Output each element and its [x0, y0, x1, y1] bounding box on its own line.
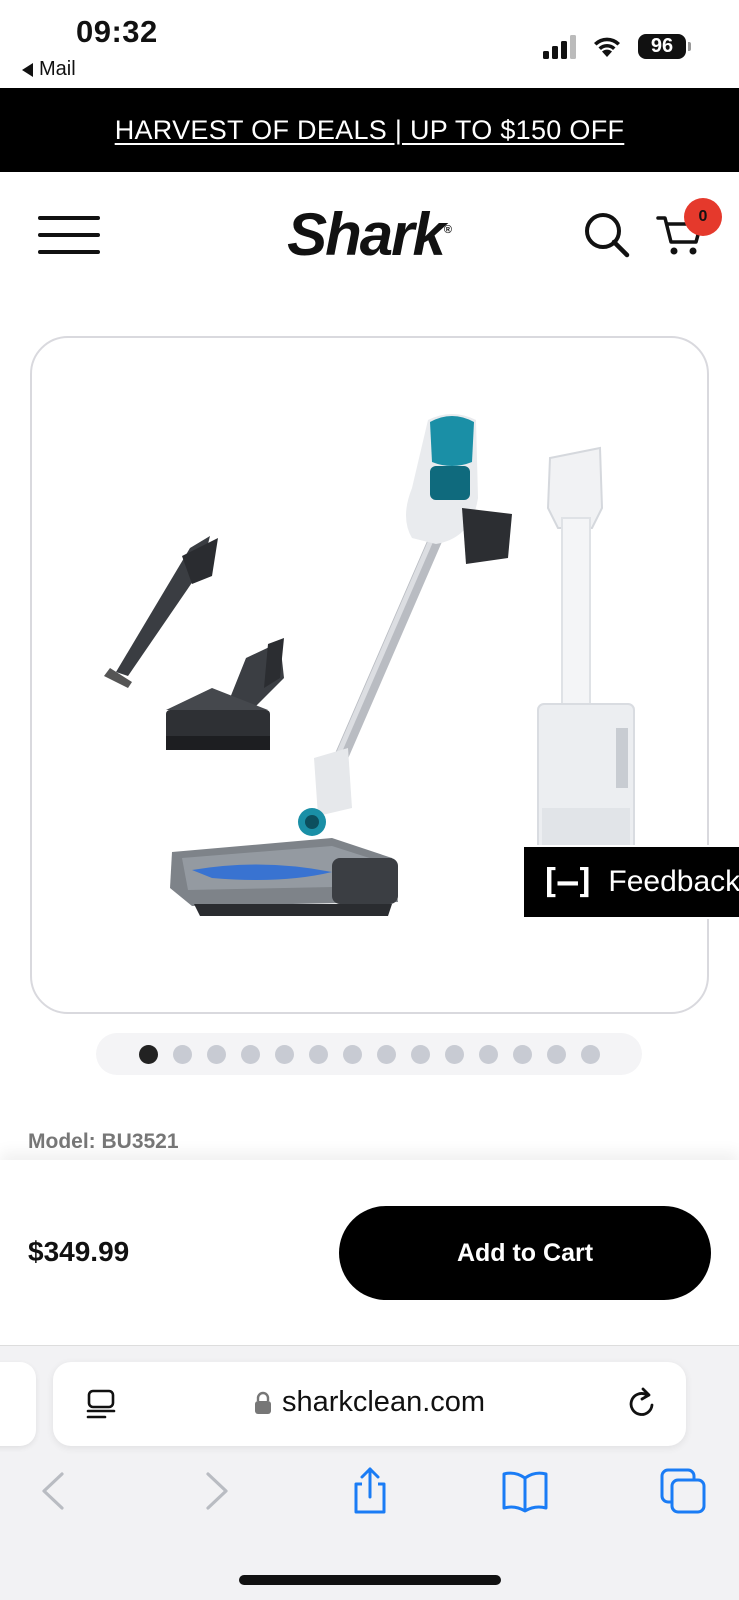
carousel-dot[interactable] [512, 1044, 532, 1064]
carousel-dot[interactable] [240, 1044, 260, 1064]
lock-icon [254, 1391, 271, 1414]
carousel-dot[interactable] [478, 1044, 498, 1064]
back-triangle-icon [22, 62, 33, 77]
address-bar[interactable]: sharkclean.com [53, 1362, 686, 1446]
status-indicators: 96 [543, 34, 691, 59]
wifi-icon [594, 37, 620, 57]
status-time: 09:32 [76, 14, 158, 49]
add-to-cart-button[interactable]: Add to Cart [339, 1206, 711, 1300]
status-bar: 09:32 Mail 96 [0, 0, 739, 88]
url-display[interactable]: sharkclean.com [53, 1386, 686, 1419]
cart-count-badge: 0 [684, 198, 722, 236]
carousel-dot[interactable] [376, 1044, 396, 1064]
browser-chrome: sharkclean.com [0, 1346, 739, 1600]
tabs-icon[interactable] [658, 1466, 708, 1516]
crevice-tool-image [104, 536, 218, 688]
product-price: $349.99 [28, 1236, 130, 1267]
carousel-dot[interactable] [138, 1044, 158, 1064]
brush-tool-image [166, 638, 284, 750]
search-icon[interactable] [582, 210, 632, 260]
bookmarks-icon[interactable] [500, 1466, 550, 1516]
promo-banner[interactable]: HARVEST OF DEALS | UP TO $150 OFF [0, 88, 739, 172]
reload-icon[interactable] [624, 1386, 660, 1422]
carousel-dot[interactable] [308, 1044, 328, 1064]
image-carousel-dots [96, 1033, 642, 1075]
feedback-label: Feedback [608, 865, 739, 898]
registered-mark: ® [443, 224, 452, 236]
back-chevron-icon[interactable] [30, 1466, 80, 1516]
model-number: Model: BU3521 [28, 1130, 179, 1153]
previous-tab-card[interactable] [0, 1362, 36, 1446]
carousel-dot[interactable] [444, 1044, 464, 1064]
browser-toolbar [0, 1466, 739, 1526]
site-header: Shark® 0 [0, 172, 739, 292]
carousel-dot[interactable] [274, 1044, 294, 1064]
carousel-dot[interactable] [172, 1044, 192, 1064]
feedback-icon: [–] [540, 862, 595, 902]
promo-link[interactable]: HARVEST OF DEALS | UP TO $150 OFF [115, 115, 625, 146]
back-to-mail-link[interactable]: Mail [22, 58, 76, 81]
carousel-dot[interactable] [410, 1044, 430, 1064]
forward-chevron-icon[interactable] [190, 1466, 240, 1516]
cellular-signal-icon [543, 34, 576, 59]
share-icon[interactable] [345, 1466, 395, 1516]
url-text: sharkclean.com [281, 1386, 486, 1418]
carousel-dot[interactable] [206, 1044, 226, 1064]
handheld-vacuum-image [537, 446, 635, 855]
battery-indicator: 96 [638, 34, 691, 59]
stick-vacuum-image [170, 414, 512, 916]
battery-level: 96 [638, 34, 686, 59]
feedback-button[interactable]: [–] Feedback [522, 845, 739, 919]
sticky-buy-bar: $349.99 Add to Cart [0, 1160, 739, 1346]
carousel-dot[interactable] [580, 1044, 600, 1064]
carousel-dot[interactable] [546, 1044, 566, 1064]
logo-text: Shark [287, 201, 446, 268]
back-label: Mail [39, 58, 76, 80]
battery-cap-icon [688, 42, 691, 51]
carousel-dot[interactable] [342, 1044, 362, 1064]
home-indicator [239, 1575, 501, 1585]
